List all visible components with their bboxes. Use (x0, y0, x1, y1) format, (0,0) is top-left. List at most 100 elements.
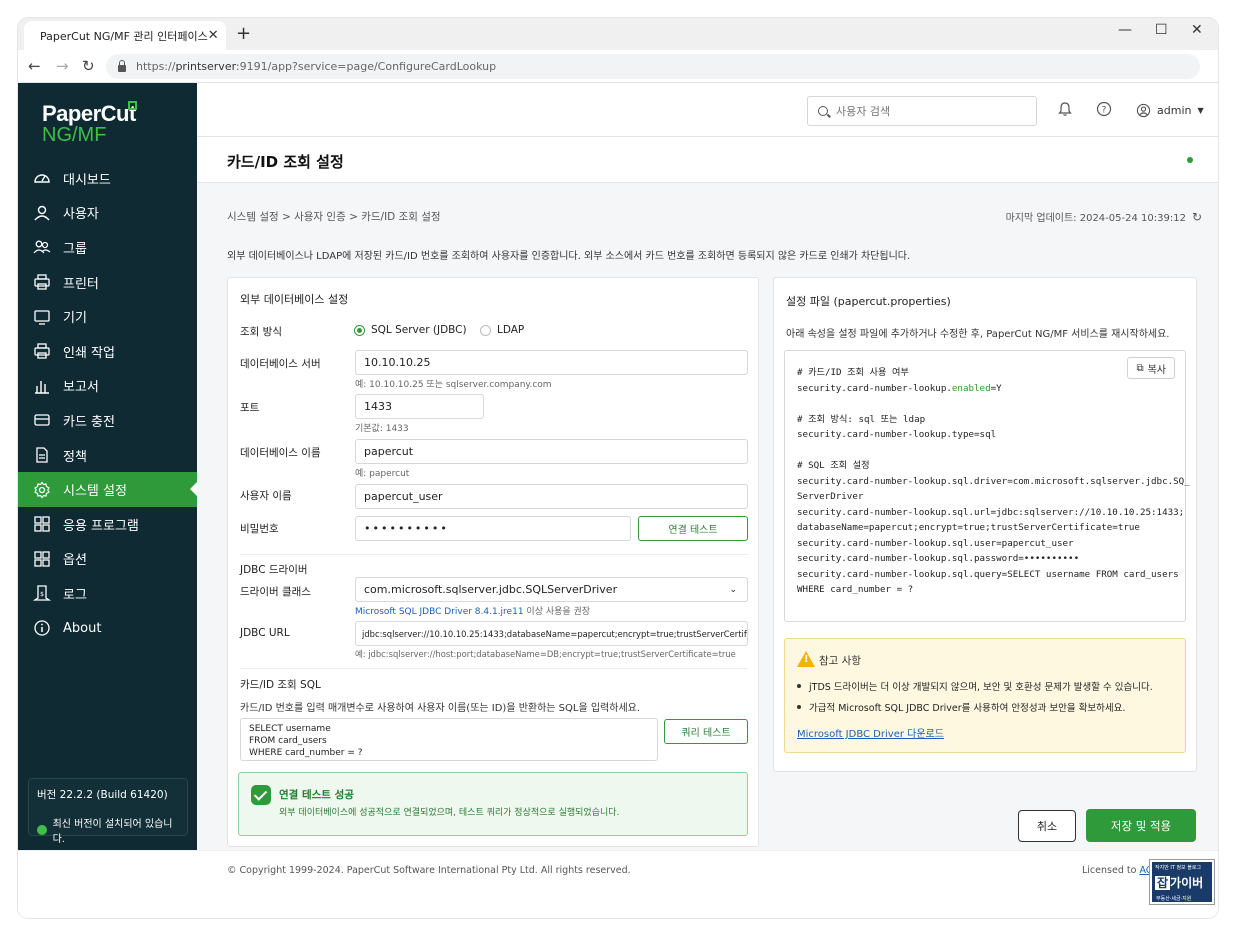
code-line: WHERE card_number = ? (797, 584, 914, 595)
printer-icon (33, 273, 51, 291)
radio-sql-server[interactable]: SQL Server (JDBC) (354, 324, 467, 336)
sidebar-item-info[interactable]: About (18, 611, 197, 646)
sidebar-item-label: 응용 프로그램 (63, 518, 139, 534)
maximize-icon[interactable]: ☐ (1155, 22, 1168, 38)
back-icon[interactable]: ← (28, 57, 41, 75)
check-icon (251, 785, 271, 805)
jdbc-url-input[interactable]: jdbc:sqlserver://10.10.10.25:1433;databa… (355, 621, 748, 646)
success-message: 외부 데이터베이스에 성공적으로 연결되었으며, 테스트 쿼리가 정상적으로 실… (279, 808, 620, 818)
code-line: security.card-number-lookup.type=sql (797, 429, 997, 440)
sidebar-item-label: 옵션 (63, 553, 87, 569)
driver-class-select[interactable]: com.microsoft.sqlserver.jdbc.SQLServerDr… (355, 577, 748, 602)
sidebar-nav: 대시보드사용자 그룹프린터기기 인쇄 작업보고서카드 충전정책 시스템 설정응용 프로… (18, 161, 197, 645)
sidebar-item-group[interactable]: 그룹 (18, 230, 197, 265)
bell-icon[interactable] (1057, 101, 1073, 117)
user-menu[interactable]: admin ▼ (1136, 103, 1204, 118)
user-icon (33, 204, 51, 222)
new-tab-icon[interactable]: + (236, 23, 251, 44)
panel-title: 외부 데이터베이스 설정 (240, 293, 349, 306)
sidebar-item-label: 대시보드 (63, 172, 111, 188)
status-dot-icon (1187, 157, 1193, 163)
reload-icon[interactable]: ↻ (82, 57, 95, 75)
external-db-panel: 외부 데이터베이스 설정 조회 방식 SQL Server (JDBC) LDA… (227, 277, 759, 847)
sidebar-item-gear[interactable]: 시스템 설정 (18, 472, 197, 507)
sidebar-item-report[interactable]: 보고서 (18, 369, 197, 404)
code-line: security.card-number-lookup.sql.query=SE… (797, 568, 1179, 580)
svg-text:$: $ (40, 591, 44, 598)
sidebar-item-device[interactable]: 기기 (18, 299, 197, 334)
radio-ldap[interactable]: LDAP (480, 324, 524, 336)
main-content: ? admin ▼ 카드/ID 조회 설정 시스템 설정 > 사용자 인증 > … (197, 83, 1218, 850)
check-circle-icon (37, 825, 47, 835)
username-input[interactable]: papercut_user (355, 484, 748, 509)
sidebar-item-options[interactable]: 옵션 (18, 542, 197, 577)
code-line: security.card-number-lookup.sql.user=pap… (797, 537, 1074, 549)
refresh-icon[interactable]: ↻ (1192, 210, 1202, 224)
user-search[interactable] (807, 96, 1037, 126)
footer: © Copyright 1999-2024. PaperCut Software… (18, 850, 1218, 918)
sidebar-item-apps[interactable]: 응용 프로그램 (18, 507, 197, 542)
db-server-hint: 예: 10.10.10.25 또는 sqlserver.company.com (355, 380, 552, 390)
password-input[interactable]: •••••••••• (355, 516, 631, 541)
tab-bar: PaperCut NG/MF 관리 인터페이스 ✕ + — ☐ ✕ (18, 18, 1218, 50)
code-line: # 조회 방식: sql 또는 ldap (797, 413, 926, 425)
minimize-icon[interactable]: — (1118, 22, 1132, 38)
code-line: ServerDriver (797, 491, 864, 502)
config-file-panel: 설정 파일 (papercut.properties) 아래 속성을 설정 파일… (773, 277, 1197, 772)
sidebar-item-log[interactable]: $ 로그 (18, 576, 197, 611)
forward-icon[interactable]: → (56, 57, 69, 75)
port-input[interactable]: 1433 (355, 394, 484, 419)
search-input[interactable] (836, 104, 1016, 118)
close-tab-icon[interactable]: ✕ (208, 28, 219, 43)
svg-text:?: ? (1102, 106, 1107, 116)
sql-query-textarea[interactable]: SELECT username FROM card_users WHERE ca… (240, 718, 658, 761)
sidebar-item-print-job[interactable]: 인쇄 작업 (18, 334, 197, 369)
sidebar-item-card[interactable]: 카드 충전 (18, 403, 197, 438)
port-label: 포트 (240, 402, 260, 414)
policy-icon (33, 446, 51, 464)
sidebar-item-label: 보고서 (63, 380, 99, 396)
card-icon (33, 411, 51, 429)
cancel-button[interactable]: 취소 (1018, 810, 1076, 842)
db-server-input[interactable]: 10.10.10.25 (355, 350, 748, 375)
code-line: security.card-number-lookup.sql.password… (797, 553, 1080, 564)
panel-title: 설정 파일 (papercut.properties) (786, 295, 951, 308)
sidebar-item-label: 카드 충전 (63, 414, 115, 430)
driver-class-label: 드라이버 클래스 (240, 586, 311, 598)
browser-tab[interactable]: PaperCut NG/MF 관리 인터페이스 ✕ (24, 21, 226, 50)
query-test-button[interactable]: 쿼리 테스트 (664, 719, 748, 744)
sidebar-item-label: 프린터 (63, 276, 99, 292)
url-text: https://printserver:9191/app?service=pag… (136, 60, 497, 73)
sidebar-item-user[interactable]: 사용자 (18, 196, 197, 231)
divider (240, 668, 748, 669)
url-bar[interactable]: https://printserver:9191/app?service=pag… (106, 54, 1200, 79)
chevron-down-icon: ⌄ (729, 584, 737, 595)
sql-description: 카드/ID 번호를 입력 매개변수로 사용하여 사용자 이름(또는 ID)을 반… (240, 703, 641, 714)
code-line: security.card-number-lookup.sql.driver=c… (797, 475, 1190, 487)
jdbc-driver-link[interactable]: Microsoft SQL JDBC Driver 8.4.1.jre11 (355, 607, 524, 617)
username-label: 사용자 이름 (240, 490, 292, 502)
close-window-icon[interactable]: ✕ (1191, 22, 1203, 38)
page-description: 외부 데이터베이스나 LDAP에 저장된 카드/ID 번호를 조회하여 사용자를… (227, 251, 911, 262)
code-line: databaseName=papercut;encrypt=true;trust… (797, 522, 1140, 533)
blog-watermark-logo: 작지만 IT 정보 블로그 잡 가이버 부동산·세금·지원 (1150, 860, 1214, 904)
jdbc-download-link[interactable]: Microsoft JDBC Driver 다운로드 (797, 725, 944, 740)
save-apply-button[interactable]: 저장 및 적용 (1086, 809, 1196, 842)
report-icon (33, 377, 51, 395)
papercut-logo[interactable]: PaperCut NG/MF (42, 101, 137, 147)
chevron-down-icon: ▼ (1197, 106, 1204, 115)
sidebar-item-dashboard[interactable]: 대시보드 (18, 161, 197, 196)
connection-test-button[interactable]: 연결 테스트 (638, 516, 748, 541)
page-header: 카드/ID 조회 설정 (197, 137, 1218, 183)
top-bar: ? admin ▼ (197, 83, 1218, 137)
help-icon[interactable]: ? (1096, 101, 1112, 117)
lookup-method-label: 조회 방식 (240, 326, 282, 338)
code-line: # SQL 조회 설정 (797, 460, 870, 471)
db-name-hint: 예: papercut (355, 469, 410, 479)
sidebar-item-printer[interactable]: 프린터 (18, 265, 197, 300)
db-name-input[interactable]: papercut (355, 439, 748, 464)
address-bar: ← → ↻ https://printserver:9191/app?servi… (18, 50, 1218, 83)
breadcrumb[interactable]: 시스템 설정 > 사용자 인증 > 카드/ID 조회 설정 (227, 209, 441, 224)
page-title: 카드/ID 조회 설정 (227, 153, 344, 171)
sidebar-item-policy[interactable]: 정책 (18, 438, 197, 473)
